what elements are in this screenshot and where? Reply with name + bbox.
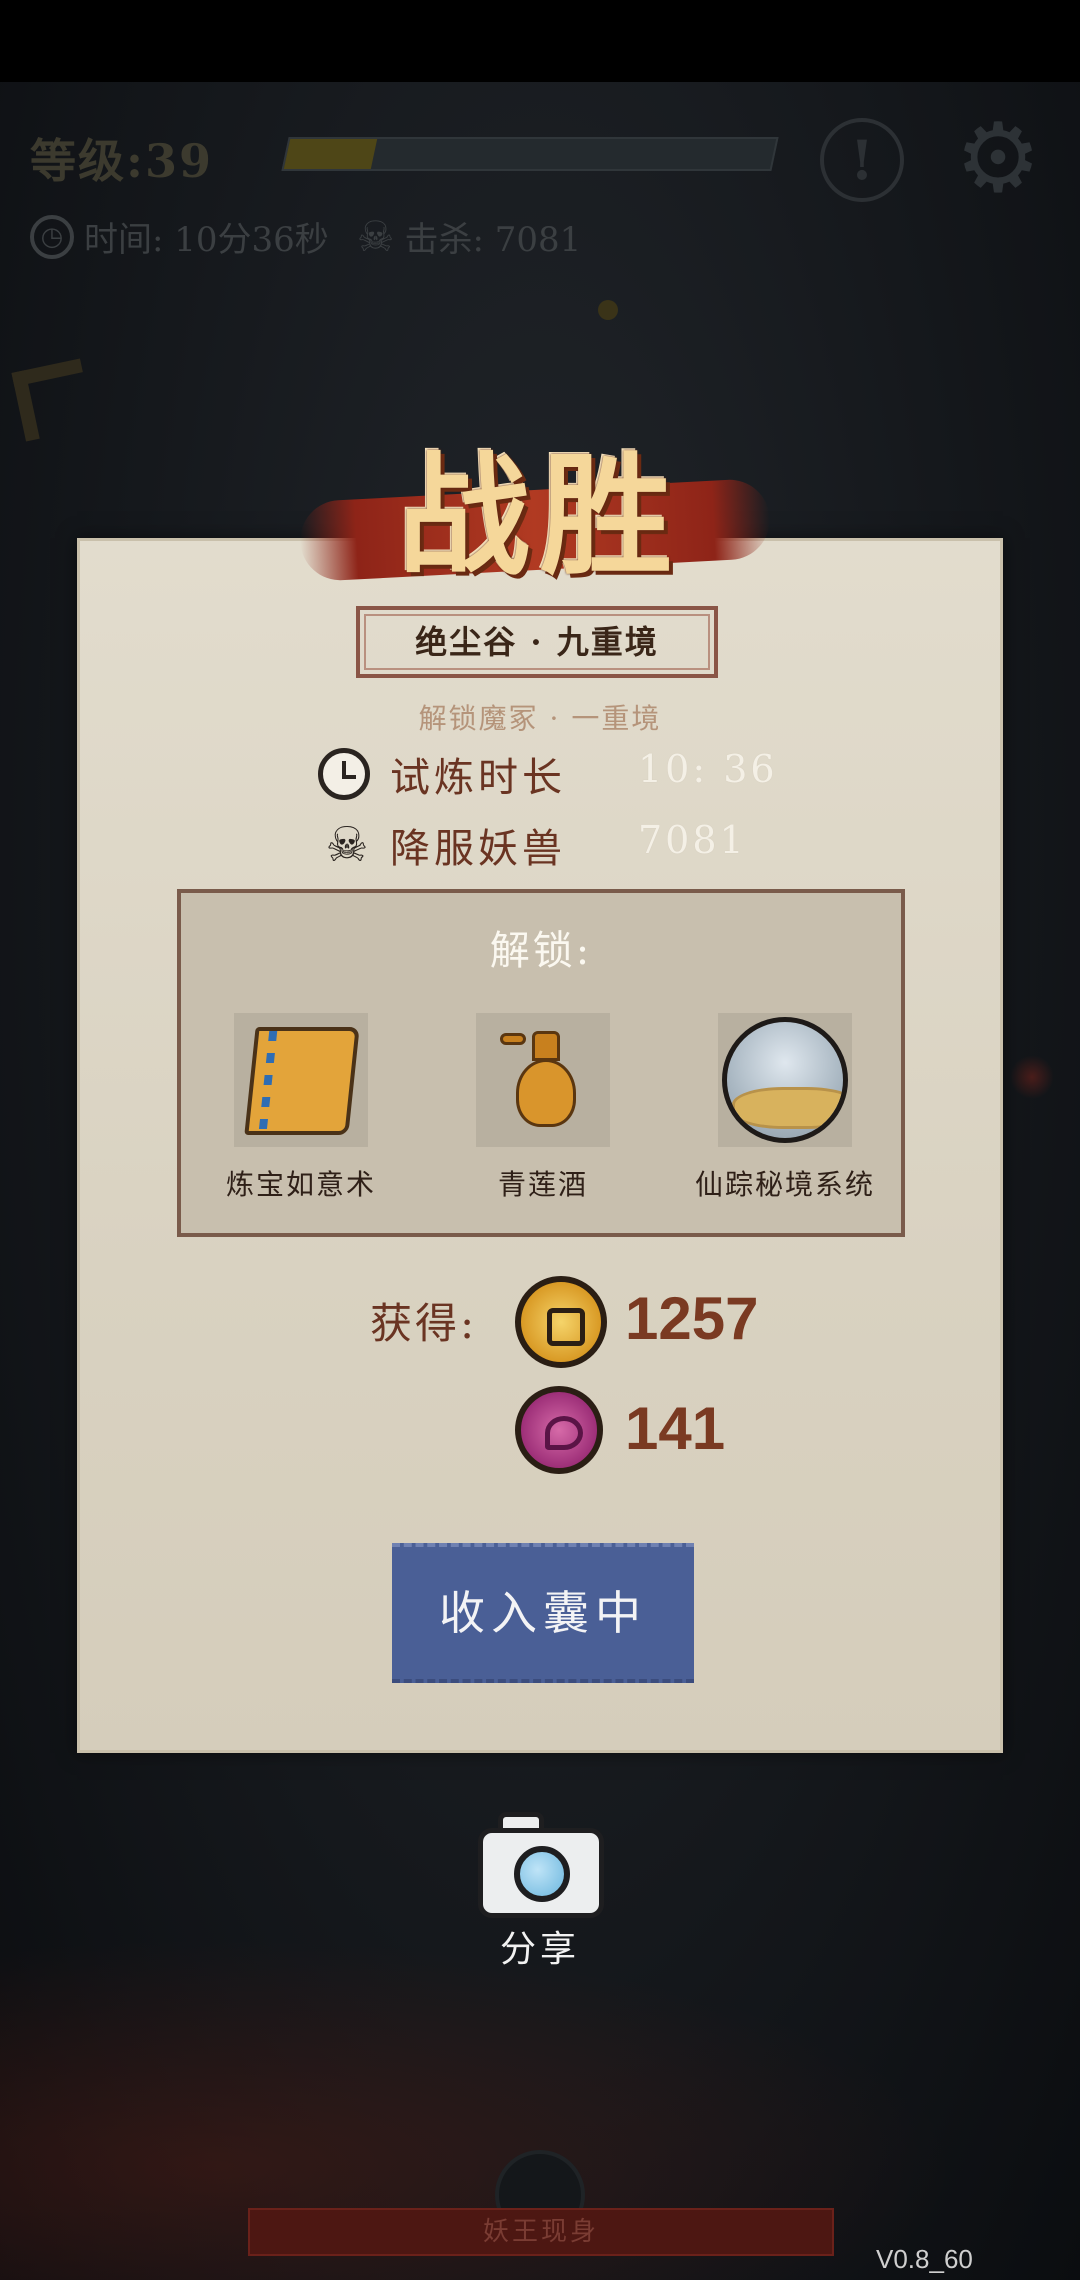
coin-amount: 1257 bbox=[625, 1285, 759, 1352]
boss-bar: 妖王现身 bbox=[248, 2208, 834, 2256]
wine-jug-icon bbox=[476, 1013, 610, 1147]
copper-coin-icon bbox=[515, 1276, 607, 1368]
status-bar bbox=[0, 0, 1080, 82]
skull-icon: ☠ bbox=[325, 817, 369, 873]
unlock-box: 解锁: 炼宝如意术 青莲酒 仙踪秘境系统 bbox=[177, 889, 905, 1237]
hud-kills: 击杀: 7081 bbox=[404, 220, 582, 260]
unlock-item[interactable]: 仙踪秘境系统 bbox=[665, 1013, 905, 1203]
kills-row: ☠ 降服妖兽 7081 bbox=[318, 816, 743, 874]
exp-orb-icon bbox=[598, 300, 618, 320]
hud-stats-row: ◷ 时间: 10分36秒 ☠ 击杀: 7081 bbox=[30, 212, 581, 261]
clock-icon: ◷ bbox=[30, 214, 74, 259]
exclamation-icon[interactable]: ! bbox=[820, 118, 904, 202]
unlock-title: 解锁: bbox=[489, 928, 593, 974]
skull-icon: ☠ bbox=[356, 212, 395, 261]
kills-value: 7081 bbox=[638, 818, 747, 862]
xp-bar bbox=[281, 137, 779, 171]
enemy-marker-icon bbox=[1010, 1055, 1054, 1099]
stage-name: 绝尘谷 · 九重境 bbox=[356, 606, 718, 678]
unlock-item[interactable]: 青莲酒 bbox=[423, 1013, 663, 1203]
camera-icon[interactable] bbox=[478, 1810, 604, 1918]
unlock-item-name: 仙踪秘境系统 bbox=[694, 1168, 875, 1201]
hud-time: 时间: 10分36秒 bbox=[84, 220, 329, 260]
unlock-item-name: 青莲酒 bbox=[497, 1168, 588, 1201]
unlock-item-name: 炼宝如意术 bbox=[225, 1168, 376, 1201]
share-label[interactable]: 分享 bbox=[440, 1920, 640, 1972]
realm-icon bbox=[718, 1013, 852, 1147]
gear-icon[interactable]: ⚙ bbox=[955, 110, 1041, 206]
version-label: V0.8_60 bbox=[876, 2244, 973, 2274]
level-label: 等级:39 bbox=[30, 134, 213, 188]
orb-amount: 141 bbox=[625, 1395, 726, 1462]
xp-bar-fill bbox=[283, 139, 378, 169]
gain-label: 获得: bbox=[370, 1299, 478, 1348]
collect-button[interactable]: 收入囊中 bbox=[392, 1543, 694, 1683]
purple-orb-icon bbox=[515, 1386, 603, 1474]
kills-label: 降服妖兽 bbox=[390, 826, 566, 872]
victory-title: 战胜 bbox=[398, 439, 682, 594]
unlock-item[interactable]: 炼宝如意术 bbox=[181, 1013, 421, 1203]
duration-value: 10: 36 bbox=[638, 747, 778, 791]
book-icon bbox=[234, 1013, 368, 1147]
duration-row: 试炼时长 10: 36 bbox=[318, 745, 775, 803]
clock-icon bbox=[318, 748, 370, 800]
duration-label: 试炼时长 bbox=[390, 755, 566, 801]
unlock-hint: 解锁魔冢 · 一重境 bbox=[418, 702, 662, 735]
